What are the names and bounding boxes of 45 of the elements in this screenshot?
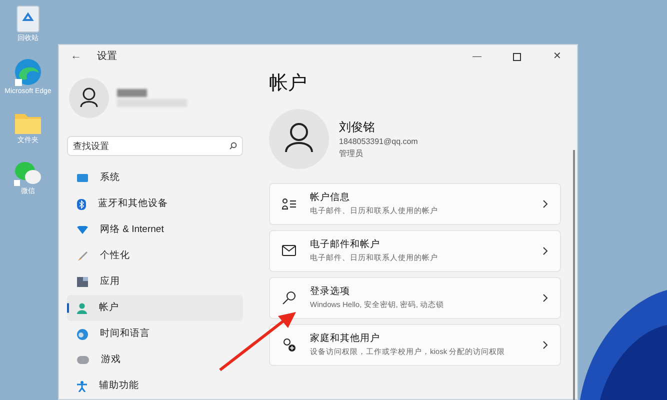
sidebar-item[interactable]: 时间和语言 <box>67 321 243 347</box>
sidebar-item[interactable]: 帐户 <box>67 295 243 321</box>
brush-icon <box>77 250 88 262</box>
page-title: 帐户 <box>269 72 308 96</box>
user-avatar-icon <box>69 78 109 118</box>
mail-icon <box>282 245 296 256</box>
chat-app-icon <box>13 159 43 187</box>
apps-icon <box>77 277 88 287</box>
sidebar-item[interactable]: 蓝牙和其他设备 <box>67 191 243 217</box>
user-role: 管理员 <box>339 148 364 160</box>
minimize-button[interactable]: — <box>457 50 497 64</box>
user-email: 1848053391@qq.com <box>339 136 418 148</box>
window-title: 设置 <box>97 50 117 64</box>
blurred-username <box>117 89 187 107</box>
accessibility-icon <box>77 380 87 392</box>
card-title: 帐户信息 <box>310 190 351 205</box>
bluetooth-icon <box>77 198 86 210</box>
chevron-right-icon <box>543 246 548 254</box>
user-name: 刘俊铭 <box>339 118 376 136</box>
sidebar-item[interactable]: 游戏 <box>67 347 243 373</box>
search-icon <box>229 142 237 150</box>
sidebar-item[interactable]: 辅助功能 <box>67 373 243 399</box>
browser-icon <box>13 57 43 87</box>
search-field[interactable]: 查找设置 <box>67 136 243 156</box>
wifi-icon <box>77 226 88 234</box>
card-title: 电子邮件和帐户 <box>310 238 381 252</box>
card-title: 登录选项 <box>310 284 351 299</box>
add-user-icon <box>282 338 296 352</box>
sidebar-item[interactable]: 网络 & Internet <box>67 217 243 243</box>
sidebar-item[interactable]: 应用 <box>67 269 243 295</box>
chevron-right-icon <box>543 200 548 208</box>
person-list-icon <box>282 198 296 210</box>
close-button[interactable]: ✕ <box>537 49 577 64</box>
monitor-icon <box>77 174 88 182</box>
chevron-right-icon <box>543 294 548 302</box>
user-avatar-icon <box>269 108 329 168</box>
sidebar-item[interactable]: 系统 <box>67 165 243 191</box>
back-button[interactable]: ← <box>67 48 85 65</box>
selection-indicator <box>67 303 69 313</box>
globe-icon <box>77 328 88 340</box>
sidebar-item[interactable]: 个性化 <box>67 243 243 269</box>
person-icon <box>77 302 87 314</box>
card-title: 家庭和其他用户 <box>310 332 381 346</box>
chevron-right-icon <box>543 340 548 348</box>
gamepad-icon <box>77 356 89 364</box>
